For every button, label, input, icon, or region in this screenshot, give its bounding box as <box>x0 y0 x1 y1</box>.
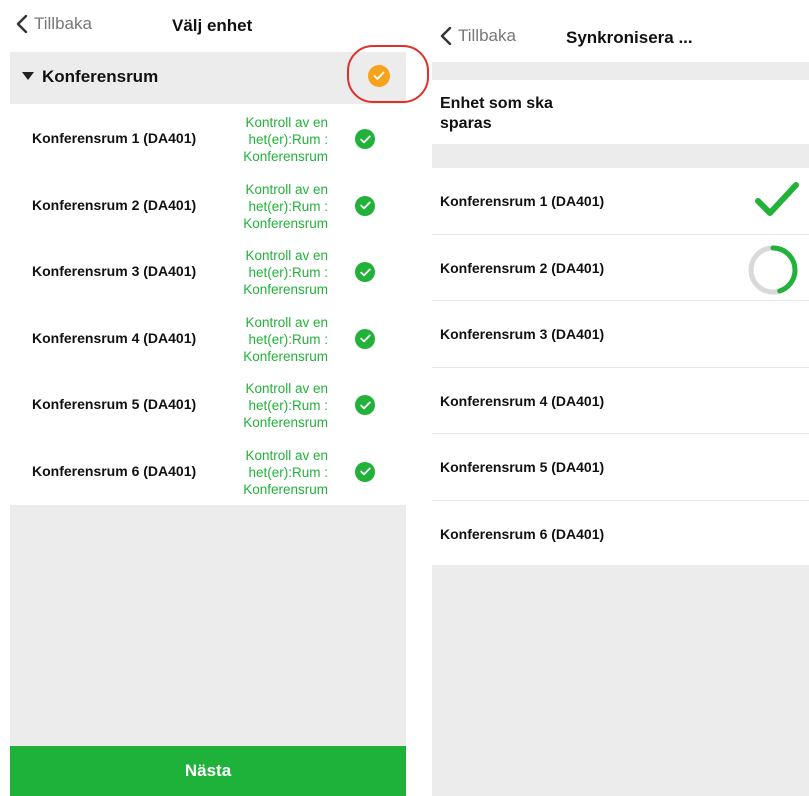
chevron-left-icon <box>440 27 452 45</box>
check-circle-icon <box>355 129 375 149</box>
back-label: Tillbaka <box>458 26 516 45</box>
device-row[interactable]: Konferensrum 2 (DA401) Kontroll av en het… <box>10 170 406 237</box>
chevron-left-icon <box>16 15 28 33</box>
check-circle-icon <box>355 262 375 282</box>
sync-row: Konferensrum 5 (DA401) <box>432 434 809 501</box>
sync-screen: Tillbaka Synkronisera ... Enhet som ska … <box>432 0 809 796</box>
empty-area <box>432 565 809 796</box>
page-title: Välj enhet <box>172 16 253 35</box>
device-row[interactable]: Konferensrum 5 (DA401) Kontroll av en het… <box>10 370 406 437</box>
sync-row: Konferensrum 3 (DA401) <box>432 301 809 368</box>
device-name: Konferensrum 4 (DA401) <box>440 392 605 409</box>
device-status: Kontroll av en het(er):Rum : Konferensru… <box>243 115 328 164</box>
device-list: Konferensrum 1 (DA401) Kontroll av en het… <box>10 104 406 503</box>
back-label: Tillbaka <box>34 14 92 33</box>
device-name: Konferensrum 4 (DA401) <box>32 329 197 346</box>
device-name: Konferensrum 3 (DA401) <box>32 263 197 279</box>
device-name: Konferensrum 5 (DA401) <box>32 396 197 412</box>
progress-spinner-icon <box>748 245 798 294</box>
device-name: Konferensrum 1 (DA401) <box>440 193 605 209</box>
caret-down-icon <box>22 72 34 80</box>
device-row[interactable]: Konferensrum 1 (DA401) Kontroll av en het… <box>10 104 406 171</box>
check-circle-icon <box>355 328 375 349</box>
device-status: Kontroll av en het(er):Rum : Konferensru… <box>243 447 328 497</box>
device-status: Kontroll av en het(er):Rum : Konferensru… <box>243 248 328 297</box>
device-name: Konferensrum 2 (DA401) <box>440 259 605 276</box>
checkmark-icon <box>755 182 799 216</box>
empty-area <box>10 505 406 746</box>
sync-row: Konferensrum 6 (DA401) <box>432 501 809 567</box>
device-name: Konferensrum 3 (DA401) <box>440 326 605 342</box>
check-circle-icon <box>355 395 375 415</box>
back-button[interactable]: Tillbaka <box>440 26 516 46</box>
sync-list: Konferensrum 1 (DA401) Konferensrum 2 (DA… <box>432 168 809 567</box>
check-circle-icon <box>355 195 375 216</box>
group-header-konferensrum[interactable]: Konferensrum <box>10 52 406 104</box>
device-name: Konferensrum 6 (DA401) <box>440 525 605 542</box>
page-title: Synkronisera ... <box>566 28 693 47</box>
check-circle-icon <box>355 461 375 482</box>
section-divider <box>432 62 809 80</box>
device-name: Konferensrum 2 (DA401) <box>32 196 197 213</box>
sync-row: Konferensrum 1 (DA401) <box>432 168 809 235</box>
sync-row: Konferensrum 2 (DA401) <box>432 235 809 301</box>
device-name: Konferensrum 1 (DA401) <box>32 130 197 146</box>
top-bar: Tillbaka Välj enhet <box>10 0 406 52</box>
section-divider <box>432 144 809 168</box>
device-name: Konferensrum 6 (DA401) <box>32 462 197 479</box>
device-row[interactable]: Konferensrum 3 (DA401) Kontroll av en het… <box>10 237 406 304</box>
back-button[interactable]: Tillbaka <box>16 14 92 34</box>
next-button[interactable]: Nästa <box>10 746 406 796</box>
group-label: Konferensrum <box>42 67 159 86</box>
device-status: Kontroll av en het(er):Rum : Konferensru… <box>243 181 328 231</box>
select-device-screen: Tillbaka Välj enhet Konferensrum Konfere… <box>10 0 429 796</box>
device-status: Kontroll av en het(er):Rum : Konferensru… <box>243 381 328 430</box>
section-label: Enhet som ska sparas <box>440 95 553 132</box>
device-row[interactable]: Konferensrum 6 (DA401) Kontroll av en het… <box>10 436 406 503</box>
sync-row: Konferensrum 4 (DA401) <box>432 368 809 434</box>
device-name: Konferensrum 5 (DA401) <box>440 459 605 475</box>
device-row[interactable]: Konferensrum 4 (DA401) Kontroll av en het… <box>10 303 406 370</box>
select-all-check-icon[interactable] <box>368 65 390 87</box>
device-status: Kontroll av en het(er):Rum : Konferensru… <box>243 314 328 364</box>
